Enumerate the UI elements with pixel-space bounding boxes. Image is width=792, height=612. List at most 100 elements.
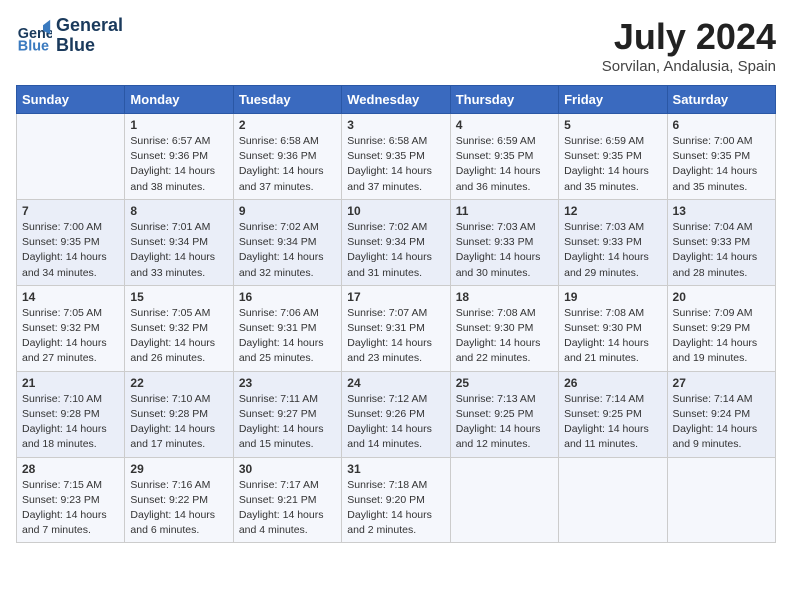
week-row-1: 1 Sunrise: 6:57 AMSunset: 9:36 PMDaylight… xyxy=(17,114,776,200)
day-number: 26 xyxy=(564,376,661,390)
logo-icon: General Blue xyxy=(16,18,52,54)
day-number: 3 xyxy=(347,118,444,132)
cell-w2-d1: 7 Sunrise: 7:00 AMSunset: 9:35 PMDaylight… xyxy=(17,199,125,285)
day-info: Sunrise: 7:00 AMSunset: 9:35 PMDaylight:… xyxy=(673,134,770,195)
day-number: 16 xyxy=(239,290,336,304)
cell-w4-d3: 23 Sunrise: 7:11 AMSunset: 9:27 PMDayligh… xyxy=(233,371,341,457)
day-info: Sunrise: 7:06 AMSunset: 9:31 PMDaylight:… xyxy=(239,306,336,367)
header-monday: Monday xyxy=(125,86,233,114)
cell-w3-d7: 20Sunrise: 7:09 AMSunset: 9:29 PMDayligh… xyxy=(667,285,775,371)
day-number: 17 xyxy=(347,290,444,304)
day-info: Sunrise: 6:58 AMSunset: 9:36 PMDaylight:… xyxy=(239,134,336,195)
day-number: 22 xyxy=(130,376,227,390)
day-number: 11 xyxy=(456,204,553,218)
day-info: Sunrise: 7:16 AMSunset: 9:22 PMDaylight:… xyxy=(130,478,227,539)
day-info: Sunrise: 7:07 AMSunset: 9:31 PMDaylight:… xyxy=(347,306,444,367)
day-info: Sunrise: 7:03 AMSunset: 9:33 PMDaylight:… xyxy=(456,220,553,281)
day-info: Sunrise: 6:57 AMSunset: 9:36 PMDaylight:… xyxy=(130,134,227,195)
day-number: 30 xyxy=(239,462,336,476)
cell-w5-d2: 29 Sunrise: 7:16 AMSunset: 9:22 PMDayligh… xyxy=(125,457,233,543)
logo: General Blue General Blue xyxy=(16,16,123,56)
cell-w4-d4: 24Sunrise: 7:12 AMSunset: 9:26 PMDayligh… xyxy=(342,371,450,457)
header-saturday: Saturday xyxy=(667,86,775,114)
cell-w4-d7: 27Sunrise: 7:14 AMSunset: 9:24 PMDayligh… xyxy=(667,371,775,457)
cell-w1-d6: 5 Sunrise: 6:59 AMSunset: 9:35 PMDaylight… xyxy=(559,114,667,200)
logo-text: General Blue xyxy=(56,16,123,56)
day-info: Sunrise: 7:02 AMSunset: 9:34 PMDaylight:… xyxy=(239,220,336,281)
cell-w1-d4: 3 Sunrise: 6:58 AMSunset: 9:35 PMDaylight… xyxy=(342,114,450,200)
week-row-3: 14 Sunrise: 7:05 AMSunset: 9:32 PMDayligh… xyxy=(17,285,776,371)
cell-w4-d5: 25 Sunrise: 7:13 AMSunset: 9:25 PMDayligh… xyxy=(450,371,558,457)
day-info: Sunrise: 7:11 AMSunset: 9:27 PMDaylight:… xyxy=(239,392,336,453)
month-title: July 2024 xyxy=(602,16,776,58)
day-info: Sunrise: 7:05 AMSunset: 9:32 PMDaylight:… xyxy=(130,306,227,367)
cell-w2-d5: 11 Sunrise: 7:03 AMSunset: 9:33 PMDayligh… xyxy=(450,199,558,285)
day-info: Sunrise: 7:14 AMSunset: 9:24 PMDaylight:… xyxy=(673,392,770,453)
day-info: Sunrise: 7:17 AMSunset: 9:21 PMDaylight:… xyxy=(239,478,336,539)
header-thursday: Thursday xyxy=(450,86,558,114)
cell-w2-d4: 10 Sunrise: 7:02 AMSunset: 9:34 PMDayligh… xyxy=(342,199,450,285)
week-row-5: 28 Sunrise: 7:15 AMSunset: 9:23 PMDayligh… xyxy=(17,457,776,543)
day-number: 5 xyxy=(564,118,661,132)
cell-w1-d5: 4 Sunrise: 6:59 AMSunset: 9:35 PMDaylight… xyxy=(450,114,558,200)
day-info: Sunrise: 6:59 AMSunset: 9:35 PMDaylight:… xyxy=(564,134,661,195)
header-friday: Friday xyxy=(559,86,667,114)
cell-w4-d6: 26Sunrise: 7:14 AMSunset: 9:25 PMDayligh… xyxy=(559,371,667,457)
day-number: 7 xyxy=(22,204,119,218)
svg-text:Blue: Blue xyxy=(18,38,49,54)
day-info: Sunrise: 7:13 AMSunset: 9:25 PMDaylight:… xyxy=(456,392,553,453)
header-wednesday: Wednesday xyxy=(342,86,450,114)
day-info: Sunrise: 7:08 AMSunset: 9:30 PMDaylight:… xyxy=(456,306,553,367)
cell-w3-d6: 19Sunrise: 7:08 AMSunset: 9:30 PMDayligh… xyxy=(559,285,667,371)
day-info: Sunrise: 7:04 AMSunset: 9:33 PMDaylight:… xyxy=(673,220,770,281)
day-number: 8 xyxy=(130,204,227,218)
day-info: Sunrise: 7:05 AMSunset: 9:32 PMDaylight:… xyxy=(22,306,119,367)
day-number: 2 xyxy=(239,118,336,132)
cell-w3-d4: 17 Sunrise: 7:07 AMSunset: 9:31 PMDayligh… xyxy=(342,285,450,371)
day-number: 14 xyxy=(22,290,119,304)
day-number: 15 xyxy=(130,290,227,304)
day-number: 29 xyxy=(130,462,227,476)
day-number: 9 xyxy=(239,204,336,218)
day-info: Sunrise: 7:09 AMSunset: 9:29 PMDaylight:… xyxy=(673,306,770,367)
day-info: Sunrise: 7:03 AMSunset: 9:33 PMDaylight:… xyxy=(564,220,661,281)
day-number: 10 xyxy=(347,204,444,218)
day-number: 18 xyxy=(456,290,553,304)
day-number: 28 xyxy=(22,462,119,476)
cell-w3-d2: 15 Sunrise: 7:05 AMSunset: 9:32 PMDayligh… xyxy=(125,285,233,371)
day-number: 6 xyxy=(673,118,770,132)
day-info: Sunrise: 6:59 AMSunset: 9:35 PMDaylight:… xyxy=(456,134,553,195)
day-info: Sunrise: 7:18 AMSunset: 9:20 PMDaylight:… xyxy=(347,478,444,539)
day-info: Sunrise: 6:58 AMSunset: 9:35 PMDaylight:… xyxy=(347,134,444,195)
header-sunday: Sunday xyxy=(17,86,125,114)
cell-w5-d7 xyxy=(667,457,775,543)
day-number: 25 xyxy=(456,376,553,390)
day-info: Sunrise: 7:08 AMSunset: 9:30 PMDaylight:… xyxy=(564,306,661,367)
title-area: July 2024 Sorvilan, Andalusia, Spain xyxy=(602,16,776,75)
cell-w5-d3: 30 Sunrise: 7:17 AMSunset: 9:21 PMDayligh… xyxy=(233,457,341,543)
day-number: 1 xyxy=(130,118,227,132)
cell-w3-d5: 18 Sunrise: 7:08 AMSunset: 9:30 PMDayligh… xyxy=(450,285,558,371)
day-info: Sunrise: 7:02 AMSunset: 9:34 PMDaylight:… xyxy=(347,220,444,281)
day-number: 4 xyxy=(456,118,553,132)
day-info: Sunrise: 7:00 AMSunset: 9:35 PMDaylight:… xyxy=(22,220,119,281)
day-number: 23 xyxy=(239,376,336,390)
week-row-4: 21Sunrise: 7:10 AMSunset: 9:28 PMDayligh… xyxy=(17,371,776,457)
day-number: 12 xyxy=(564,204,661,218)
cell-w1-d7: 6 Sunrise: 7:00 AMSunset: 9:35 PMDaylight… xyxy=(667,114,775,200)
day-info: Sunrise: 7:12 AMSunset: 9:26 PMDaylight:… xyxy=(347,392,444,453)
cell-w3-d1: 14 Sunrise: 7:05 AMSunset: 9:32 PMDayligh… xyxy=(17,285,125,371)
cell-w2-d7: 13Sunrise: 7:04 AMSunset: 9:33 PMDayligh… xyxy=(667,199,775,285)
week-row-2: 7 Sunrise: 7:00 AMSunset: 9:35 PMDaylight… xyxy=(17,199,776,285)
header-row: SundayMondayTuesdayWednesdayThursdayFrid… xyxy=(17,86,776,114)
cell-w2-d6: 12 Sunrise: 7:03 AMSunset: 9:33 PMDayligh… xyxy=(559,199,667,285)
day-number: 31 xyxy=(347,462,444,476)
calendar-table: SundayMondayTuesdayWednesdayThursdayFrid… xyxy=(16,85,776,543)
day-info: Sunrise: 7:15 AMSunset: 9:23 PMDaylight:… xyxy=(22,478,119,539)
day-number: 21 xyxy=(22,376,119,390)
page-header: General Blue General Blue July 2024 Sorv… xyxy=(16,16,776,75)
cell-w3-d3: 16 Sunrise: 7:06 AMSunset: 9:31 PMDayligh… xyxy=(233,285,341,371)
day-info: Sunrise: 7:01 AMSunset: 9:34 PMDaylight:… xyxy=(130,220,227,281)
cell-w1-d3: 2 Sunrise: 6:58 AMSunset: 9:36 PMDaylight… xyxy=(233,114,341,200)
location-subtitle: Sorvilan, Andalusia, Spain xyxy=(602,58,776,75)
